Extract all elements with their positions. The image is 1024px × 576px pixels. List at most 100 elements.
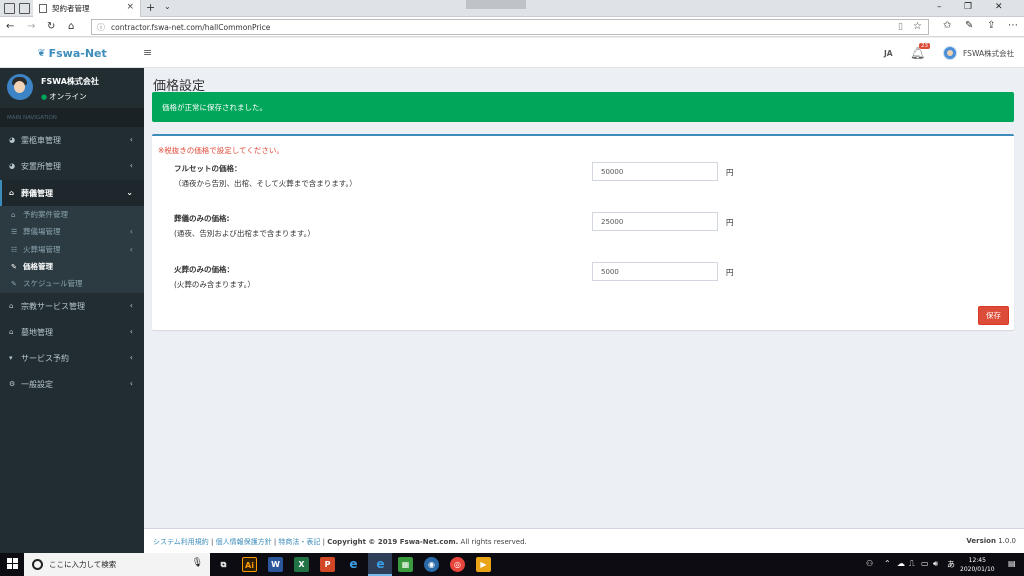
back-icon[interactable]: ← bbox=[6, 21, 14, 32]
info-icon[interactable]: ⓘ bbox=[97, 22, 105, 33]
ie-icon[interactable]: e bbox=[346, 557, 361, 572]
sidebar-item-cemetery[interactable]: ⌂ 墓地管理 ‹ bbox=[0, 319, 144, 345]
media-icon[interactable]: ▶ bbox=[476, 557, 491, 572]
online-status: ● オンライン bbox=[41, 91, 87, 102]
microphone-icon[interactable]: 🎙︎ bbox=[192, 558, 203, 568]
chevron-left-icon: ‹ bbox=[129, 161, 133, 170]
app-header: ❦ Fswa-Net ≡ JA 🔔︎ 23 FSWA株式会社 bbox=[0, 38, 1024, 68]
edge-icon[interactable]: e bbox=[373, 557, 388, 572]
company-name: FSWA株式会社 bbox=[41, 77, 99, 86]
chrome-icon[interactable]: ◎ bbox=[450, 557, 465, 572]
new-tab-icon[interactable]: + bbox=[146, 1, 155, 14]
chevron-left-icon: ‹ bbox=[129, 301, 133, 310]
gear-icon: ⚙ bbox=[9, 380, 16, 388]
sidebar-item-religious[interactable]: ⌂ 宗教サービス管理 ‹ bbox=[0, 293, 144, 319]
sidebar-item-morgue[interactable]: ◕ 安置所管理 ‹ bbox=[0, 153, 144, 179]
home-icon: ⌂ bbox=[9, 302, 14, 310]
list-icon: ☰ bbox=[11, 227, 18, 236]
app-green-icon[interactable]: ▦ bbox=[398, 557, 413, 572]
sidebar-subitem-reservations[interactable]: ⌂ 予約案件管理 bbox=[0, 206, 144, 223]
ime-icon[interactable]: あ bbox=[947, 559, 955, 570]
sidebar-item-funeral[interactable]: ⌂ 葬儀管理 ⌄ bbox=[0, 180, 144, 206]
close-window-icon[interactable]: ✕ bbox=[995, 2, 1003, 12]
cremation-price-input[interactable] bbox=[592, 262, 718, 281]
window-drag-handle[interactable] bbox=[466, 0, 526, 9]
chevron-left-icon: ‹ bbox=[129, 227, 133, 236]
privacy-link[interactable]: 個人情報保護方針 bbox=[216, 538, 272, 546]
task-view-icon[interactable]: ⧉ bbox=[216, 557, 231, 572]
building-icon: ⌂ bbox=[11, 210, 16, 219]
cremation-unit: 円 bbox=[726, 268, 734, 277]
windows-start-icon[interactable] bbox=[7, 558, 18, 569]
favorite-star-icon[interactable]: ☆ bbox=[913, 21, 922, 32]
forward-icon[interactable]: → bbox=[27, 21, 35, 32]
url-field[interactable]: ⓘ contractor.fswa-net.com/hallCommonPric… bbox=[91, 19, 929, 35]
powerpoint-icon[interactable]: P bbox=[320, 557, 335, 572]
sidebar-item-hearse[interactable]: ◕ 霊柩車管理 ‹ bbox=[0, 127, 144, 153]
clock[interactable]: 12:45 2020/01/10 bbox=[960, 556, 995, 574]
sidebar-item-label: 安置所管理 bbox=[21, 161, 61, 171]
sidebar-item-settings[interactable]: ⚙ 一般設定 ‹ bbox=[0, 371, 144, 397]
refresh-icon[interactable]: ↻ bbox=[47, 21, 55, 32]
home-icon[interactable]: ⌂ bbox=[68, 21, 74, 32]
sidebar-subitem-crematorium[interactable]: ☷ 火葬場管理 ‹ bbox=[0, 241, 144, 258]
price-form-box: ※税抜きの価格で設定してください。 フルセットの価格： （通夜から告別、出棺、そ… bbox=[152, 134, 1014, 330]
more-icon[interactable]: ⋯ bbox=[1008, 20, 1018, 31]
word-icon[interactable]: W bbox=[268, 557, 283, 572]
sidebar-item-label: 宗教サービス管理 bbox=[21, 301, 85, 311]
logo[interactable]: ❦ Fswa-Net bbox=[0, 38, 144, 68]
main-content: 価格設定 価格が正常に保存されました。 ※税抜きの価格で設定してください。 フル… bbox=[144, 68, 1024, 528]
save-button[interactable]: 保存 bbox=[978, 306, 1009, 325]
volume-icon[interactable]: 🔊︎ bbox=[933, 559, 938, 569]
address-bar: ← → ↻ ⌂ ⓘ contractor.fswa-net.com/hallCo… bbox=[0, 17, 1024, 37]
language-switch[interactable]: JA bbox=[884, 49, 893, 58]
edit-icon: ✎ bbox=[11, 279, 17, 288]
notifications-bell-icon[interactable]: 🔔︎ 23 bbox=[910, 43, 930, 60]
fullset-price-input[interactable] bbox=[592, 162, 718, 181]
terms-link[interactable]: システム利用規約 bbox=[153, 538, 209, 546]
notification-center-icon[interactable]: ▤ bbox=[1008, 559, 1016, 568]
edit-icon: ✎ bbox=[11, 262, 17, 271]
browser-tab[interactable]: 契約者管理 × bbox=[33, 0, 141, 17]
sidebar-item-label: 墓地管理 bbox=[21, 327, 53, 337]
illustrator-icon[interactable]: Ai bbox=[242, 557, 257, 572]
excel-icon[interactable]: X bbox=[294, 557, 309, 572]
maximize-icon[interactable]: ❐ bbox=[964, 2, 972, 12]
chevron-left-icon: ‹ bbox=[129, 379, 133, 388]
sidebar-subitem-schedule[interactable]: ✎ スケジュール管理 bbox=[0, 275, 144, 292]
user-menu[interactable]: FSWA株式会社 bbox=[943, 46, 1014, 60]
clock-time: 12:45 bbox=[968, 557, 986, 564]
home-icon: ⌂ bbox=[9, 328, 14, 336]
commerce-law-link[interactable]: 特商法・表記 bbox=[278, 538, 320, 546]
reading-view-icon[interactable]: ▯ bbox=[898, 22, 903, 32]
url-text[interactable]: contractor.fswa-net.com/hallCommonPrice bbox=[111, 23, 270, 32]
network-icon[interactable]: ⎍ bbox=[909, 559, 915, 569]
share-icon[interactable]: ⇪ bbox=[987, 20, 995, 31]
pen-icon[interactable]: ✎ bbox=[965, 20, 973, 31]
favorites-icon[interactable]: ✩ bbox=[943, 20, 951, 31]
app-blue-icon[interactable]: ◉ bbox=[424, 557, 439, 572]
tab-list-chevron-icon[interactable]: ⌄ bbox=[164, 2, 171, 11]
tab-back-icon[interactable] bbox=[19, 3, 30, 14]
sidebar-subitem-label: 葬儀場管理 bbox=[23, 227, 61, 236]
monitor-icon[interactable]: ▭ bbox=[921, 559, 929, 568]
tax-note: ※税抜きの価格で設定してください。 bbox=[158, 146, 284, 155]
people-icon[interactable]: ⚇ bbox=[866, 559, 873, 568]
cremation-price-label: 火葬のみの価格： bbox=[174, 265, 234, 274]
sidebar-subitem-price[interactable]: ✎ 価格管理 bbox=[0, 258, 144, 275]
tab-actions-icon[interactable] bbox=[4, 3, 15, 14]
taskbar-search[interactable]: ここに入力して検索 🎙︎ bbox=[24, 553, 210, 576]
sidebar-item-label: 葬儀管理 bbox=[21, 188, 53, 198]
funeral-price-desc: (通夜、告別および出棺まで含まります。） bbox=[174, 229, 315, 238]
page-icon bbox=[39, 4, 47, 13]
close-tab-icon[interactable]: × bbox=[126, 2, 134, 12]
onedrive-icon[interactable]: ☁ bbox=[897, 559, 905, 568]
menu-toggle-icon[interactable]: ≡ bbox=[143, 46, 152, 59]
nav-section-header: MAIN NAVIGATION bbox=[0, 108, 144, 127]
sidebar-subitem-funeral-hall[interactable]: ☰ 葬儀場管理 ‹ bbox=[0, 223, 144, 240]
minimize-icon[interactable]: – bbox=[937, 2, 942, 12]
funeral-submenu: ⌂ 予約案件管理 ☰ 葬儀場管理 ‹ ☷ 火葬場管理 ‹ ✎ 価格管理 ✎ スケジュール管理 bbox=[0, 206, 144, 293]
funeral-price-input[interactable] bbox=[592, 212, 718, 231]
sidebar-item-service-booking[interactable]: ▾ サービス予約 ‹ bbox=[0, 345, 144, 371]
tray-chevron-icon[interactable]: ⌃ bbox=[884, 559, 891, 568]
